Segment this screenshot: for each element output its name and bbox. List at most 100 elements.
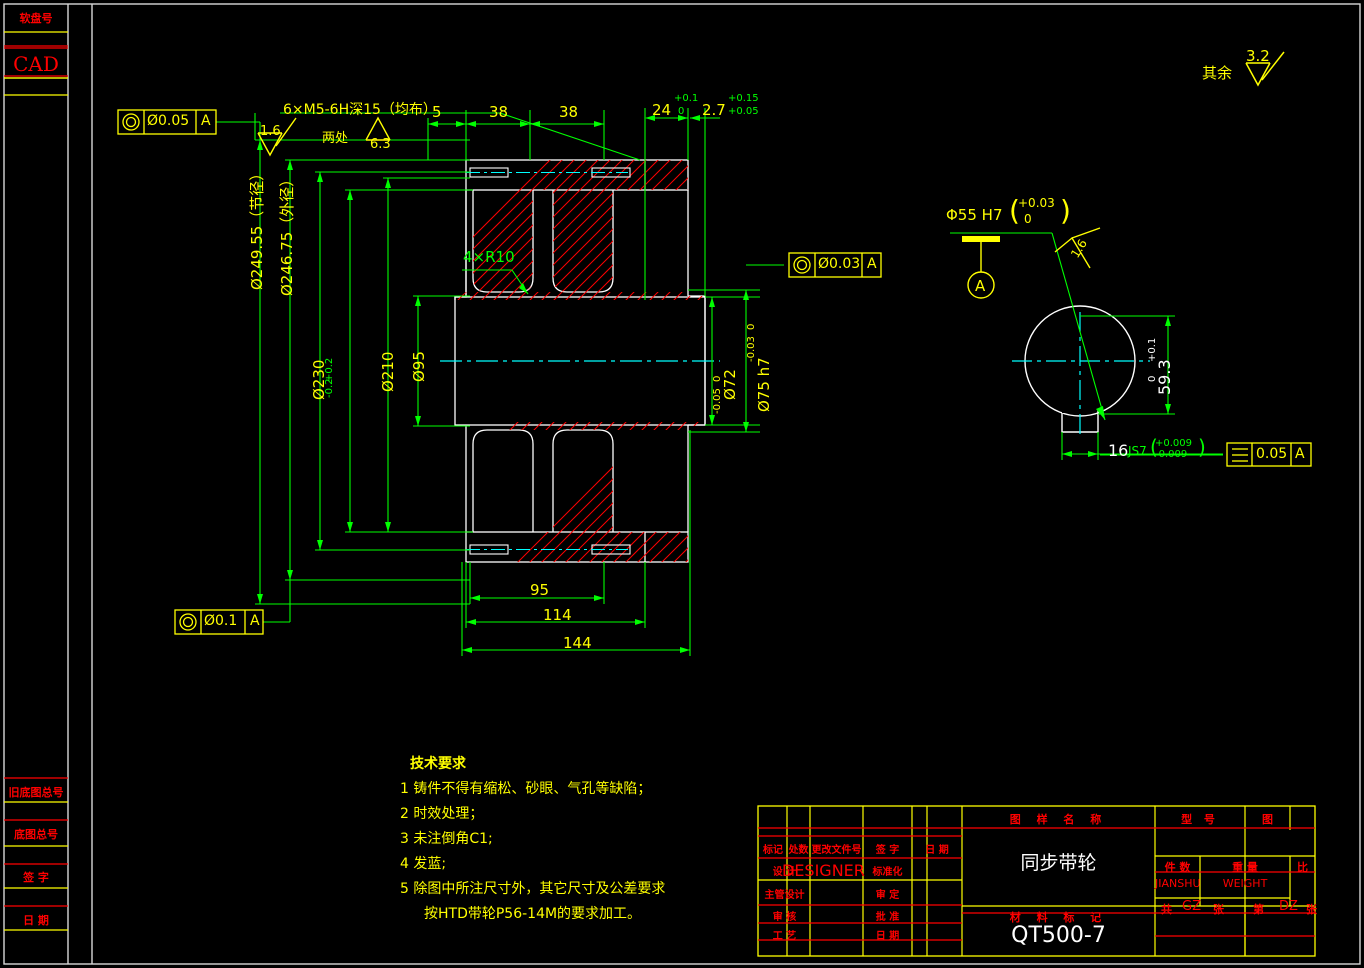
- detail-bore-bracket-left: (: [1009, 194, 1020, 227]
- dim-bore-72-tol-lower: -0.05: [712, 388, 723, 414]
- dim-hub-75h7-tol-lower: -0.03: [746, 336, 757, 362]
- title-rev-header-sign: 签 字: [863, 841, 912, 856]
- dim-hub-75h7: Ø75 h7: [755, 357, 773, 412]
- detail-bore-tol-upper: +0.03: [1018, 196, 1055, 210]
- detail-keyway-depth-tol-upper: +0.1: [1147, 338, 1158, 362]
- title-row-review-label: 审 核: [759, 908, 810, 923]
- dim-top-2-7-tol-lower: +0.05: [728, 106, 759, 117]
- title-row-standardization-label: 标准化: [863, 863, 912, 878]
- dim-top-2-7-tol-upper: +0.15: [728, 93, 759, 104]
- dim-bore-72: Ø72: [721, 369, 739, 400]
- title-name-value: 同步带轮: [962, 848, 1155, 875]
- title-name-header: 图 样 名 称: [962, 811, 1155, 827]
- detail-bore-label: Φ55 H7: [946, 206, 1002, 224]
- sidebar-item-signature: 签 字: [4, 869, 68, 885]
- cad-drawing-canvas: 软盘号 CAD 旧底图总号 底图总号 签 字 日 期 Ø0.05 A Ø0.1 …: [0, 0, 1364, 968]
- title-sheet-total-prefix: 共: [1161, 901, 1172, 917]
- title-qty-value: JIANSHU: [1155, 877, 1200, 890]
- fillet-leader: [462, 270, 528, 294]
- detail-keyway-tol-lower: -0.009: [1155, 449, 1187, 460]
- technical-requirements-block: 技术要求 1 铸件不得有缩松、砂眼、气孔等缺陷； 2 时效处理； 3 未注倒角C…: [400, 752, 690, 927]
- dim-bottom-114: 114: [543, 606, 572, 624]
- dim-outer-diameter: Ø246.75（外径）: [276, 172, 297, 296]
- title-row-designer-value: DESIGNER: [782, 861, 865, 880]
- title-row-chief-design-label: 主管设计: [759, 886, 810, 901]
- detail-keyway-tol-upper: +0.009: [1155, 438, 1192, 449]
- tech-req-line-3: 3 未注倒角C1;: [400, 827, 690, 852]
- thread-note-leader: [255, 113, 640, 160]
- title-weight-header: 重 量: [1200, 859, 1290, 875]
- bore-callout-leader: [950, 233, 1105, 420]
- fillet-note-label: 4×R10: [463, 248, 515, 266]
- title-sheet-no-value: DZ: [1279, 899, 1298, 914]
- dim-top-2-7: 2.7: [702, 101, 726, 119]
- title-weight-value: WEIGHT: [1200, 877, 1290, 890]
- bottom-dimension-lines: [462, 430, 690, 656]
- sidebar-item-base-number: 底图总号: [4, 826, 68, 842]
- tech-req-heading: 技术要求: [410, 752, 690, 777]
- tech-req-line-4: 4 发蓝;: [400, 852, 690, 877]
- sidebar-item-date: 日 期: [4, 912, 68, 928]
- dim-top-24: 24: [652, 101, 671, 119]
- thread-note-secondary-label: 两处: [322, 127, 348, 146]
- title-rev-header-qty: 处数: [787, 841, 810, 856]
- gdt-datum-4: A: [1295, 446, 1305, 462]
- gdt-datum-2: A: [250, 613, 260, 629]
- detail-bore-tol-lower: 0: [1024, 212, 1032, 226]
- title-rev-header-docno: 更改文件号: [810, 841, 863, 856]
- sidebar-item-old-base-number: 旧底图总号: [4, 784, 68, 800]
- title-material-value: QT500-7: [962, 923, 1155, 948]
- gdt-value-4: 0.05: [1256, 446, 1287, 462]
- surface-finish-1-6-label: 1.6: [260, 124, 281, 139]
- dim-bottom-95: 95: [530, 581, 549, 599]
- tech-req-line-2: 2 时效处理；: [400, 802, 690, 827]
- gdt-value-2: Ø0.1: [204, 613, 237, 629]
- dim-top-24-tol-lower: 0: [678, 106, 684, 117]
- dim-top-24-tol-upper: +0.1: [674, 93, 698, 104]
- detail-keyway-fit: JS7: [1128, 444, 1147, 458]
- dim-bore-72-tol-upper: 0: [712, 376, 723, 382]
- tech-req-line-1: 1 铸件不得有缩松、砂眼、气孔等缺陷；: [400, 777, 690, 802]
- dim-diameter-210: Ø210: [379, 352, 397, 392]
- title-row-process-label: 工 艺: [759, 927, 810, 942]
- dim-diameter-230-tol-lower: -0.2: [324, 378, 335, 398]
- general-surface-note-label: 其余: [1202, 62, 1232, 83]
- detail-keyway-width: 16: [1108, 441, 1128, 460]
- gdt-leaders: [216, 122, 1223, 622]
- dim-top-38-b: 38: [559, 103, 578, 121]
- title-row-date-label: 日 期: [863, 927, 912, 942]
- title-model-header: 型 号: [1155, 811, 1245, 827]
- detail-datum-letter: A: [975, 277, 985, 295]
- detail-keyway-depth-tol-lower: 0: [1147, 376, 1158, 382]
- title-row-approve-label: 审 定: [863, 886, 912, 901]
- dim-bottom-144: 144: [563, 634, 592, 652]
- dim-top-5: 5: [432, 103, 442, 121]
- title-row-authorize-label: 批 准: [863, 908, 912, 923]
- detail-bore-bracket-right: ): [1060, 194, 1071, 227]
- gdt-datum-1: A: [201, 113, 211, 129]
- gdt-datum-3: A: [867, 256, 877, 272]
- thread-note-label: 6×M5-6H深15（均布）: [283, 99, 437, 119]
- dim-diameter-95: Ø95: [410, 351, 428, 382]
- dim-hub-75h7-tol-upper: 0: [746, 324, 757, 330]
- top-dimension-lines: [428, 108, 720, 300]
- title-drawing-header: 图: [1245, 811, 1290, 827]
- sidebar-item-disk-number: 软盘号: [6, 10, 66, 26]
- sidebar-item-cad: CAD: [6, 52, 66, 76]
- title-scale-header: 比: [1290, 859, 1315, 875]
- detail-view-section: [1012, 306, 1150, 436]
- detail-keyway-bracket-left: (: [1150, 435, 1158, 459]
- title-rev-header-mark: 标记: [759, 841, 787, 856]
- title-sheet-total-suffix: 张: [1213, 901, 1224, 917]
- general-surface-value-label: 3.2: [1246, 47, 1270, 65]
- tech-req-line-5: 5 除图中所注尺寸外，其它尺寸及公差要求: [400, 877, 690, 902]
- surface-finish-6-3-label: 6.3: [370, 137, 391, 152]
- detail-keyway-bracket-right: ): [1198, 435, 1206, 459]
- title-qty-header: 件 数: [1155, 859, 1200, 875]
- title-sheet-no-suffix: 张: [1306, 901, 1317, 917]
- title-sheet-total-value: GZ: [1182, 899, 1201, 914]
- title-rev-header-date: 日 期: [912, 841, 962, 856]
- gdt-value-3: Ø0.03: [818, 256, 860, 272]
- dim-top-38-a: 38: [489, 103, 508, 121]
- title-sheet-no-prefix: 第: [1253, 901, 1264, 917]
